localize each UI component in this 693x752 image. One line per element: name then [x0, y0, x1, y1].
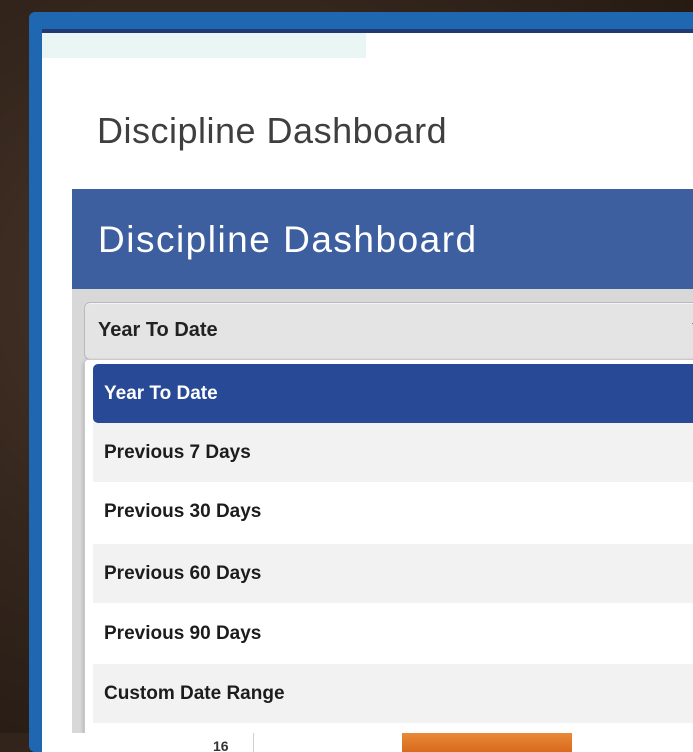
app-screen: Discipline Dashboard Discipline Dashboar… — [42, 29, 693, 752]
banner-title: Discipline Dashboard — [98, 219, 478, 260]
option-custom-date-range[interactable]: Custom Date Range — [93, 664, 693, 723]
option-previous-7-days[interactable]: Previous 7 Days — [93, 423, 693, 482]
date-range-selected-value: Year To Date — [98, 319, 218, 341]
page-title: Discipline Dashboard — [97, 110, 448, 151]
chart-bar — [402, 733, 572, 752]
top-bar — [42, 29, 693, 58]
date-range-select[interactable]: Year To Date ▼ — [84, 302, 693, 360]
option-previous-60-days[interactable]: Previous 60 Days — [93, 544, 693, 603]
option-previous-30-days[interactable]: Previous 30 Days — [93, 482, 693, 541]
top-tab-strip — [42, 33, 366, 58]
option-previous-90-days[interactable]: Previous 90 Days — [93, 604, 693, 663]
dashboard-page: Discipline Dashboard Discipline Dashboar… — [72, 58, 693, 752]
dashboard-banner: Discipline Dashboard — [72, 189, 693, 289]
chart-table-partial — [72, 733, 693, 752]
date-range-options-list: Year To Date Previous 7 Days Previous 30… — [84, 359, 693, 739]
table-cell-value: 16 — [213, 738, 229, 752]
table-divider — [253, 733, 254, 752]
tablet-frame: Discipline Dashboard Discipline Dashboar… — [29, 12, 693, 752]
option-year-to-date[interactable]: Year To Date — [93, 364, 693, 423]
